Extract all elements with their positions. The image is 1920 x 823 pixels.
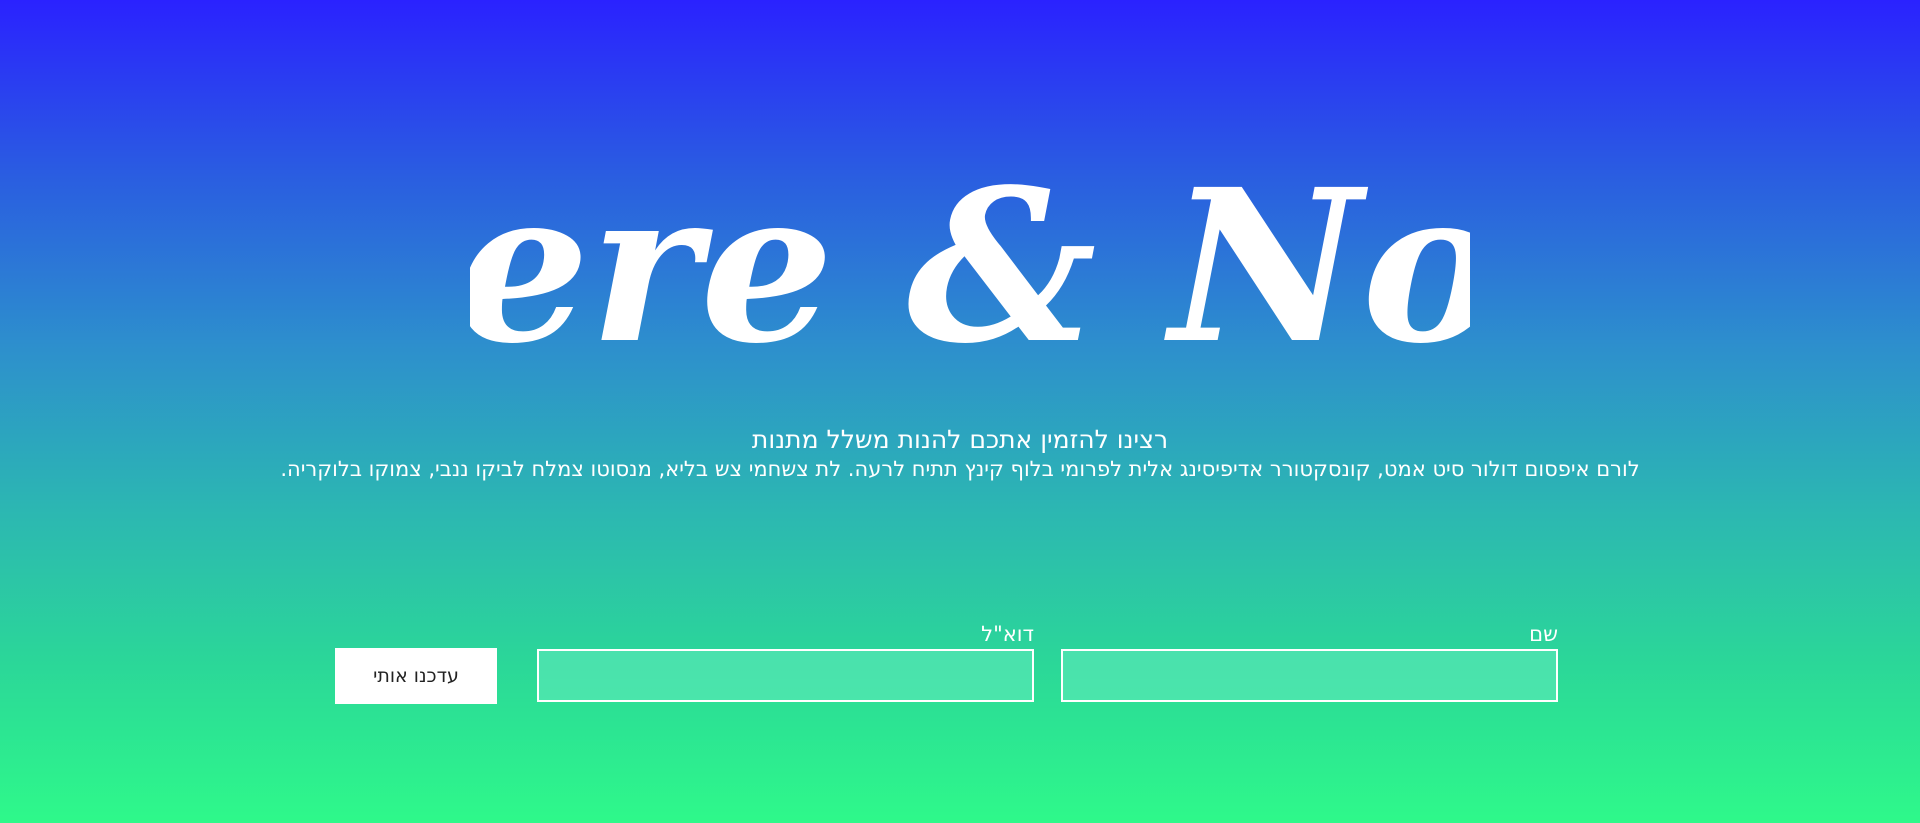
name-label: שם [1529, 622, 1558, 646]
invite-description: לורם איפסום דולור סיט אמט, קונסקטורר אדי… [280, 457, 1640, 481]
logo: Here & Now [470, 150, 1470, 370]
logo-text: Here & Now [470, 150, 1470, 370]
email-label: דוא"ל [981, 622, 1034, 646]
hero-section: Here & Now רצינו להזמין אתכם להנות משלל … [0, 0, 1920, 823]
email-input[interactable] [537, 649, 1034, 702]
invite-subtitle: רצינו להזמין אתכם להנות משלל מתנות [751, 425, 1169, 454]
logo-svg: Here & Now [470, 150, 1470, 370]
name-input[interactable] [1061, 649, 1558, 702]
notify-me-button[interactable]: עדכנו אותי [335, 648, 497, 704]
